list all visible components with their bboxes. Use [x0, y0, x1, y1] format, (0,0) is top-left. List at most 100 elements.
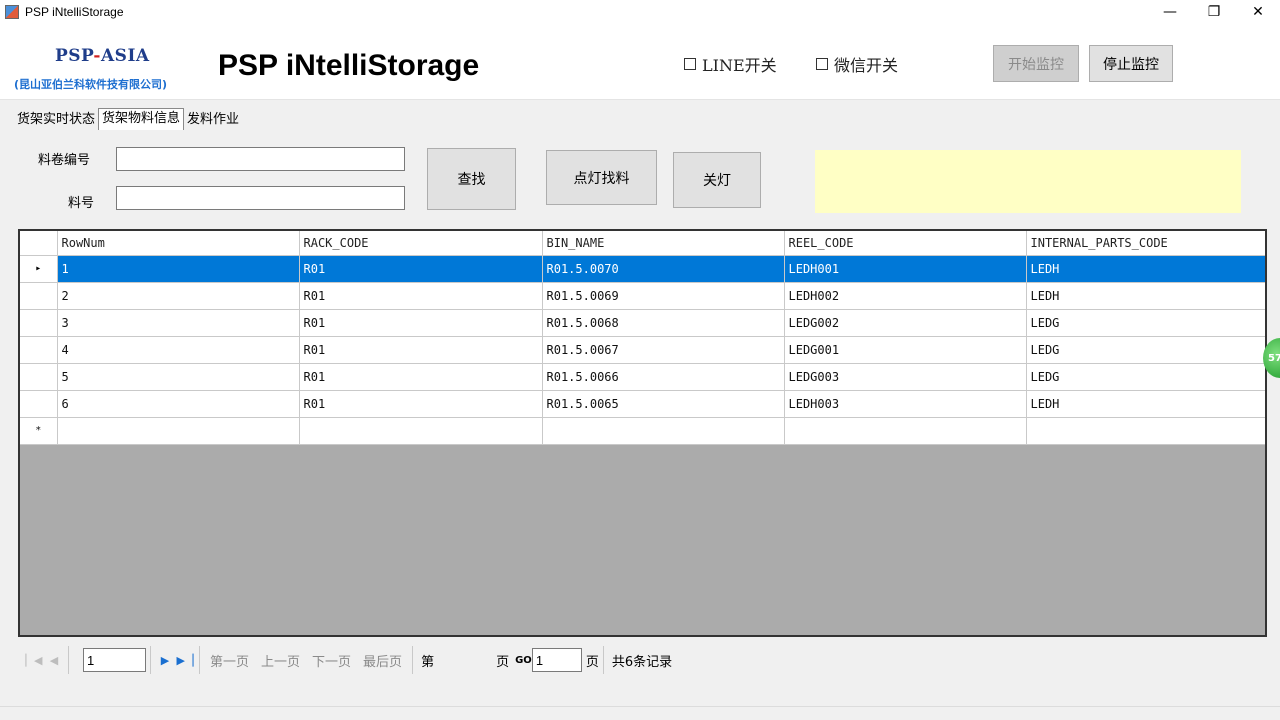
go-page-input[interactable] [531, 648, 582, 672]
new-cell[interactable] [57, 417, 300, 445]
cell-reel-code[interactable]: LEDH001 [784, 255, 1027, 283]
table-row[interactable]: 5 R01 R01.5.0066 LEDG003 LEDG [20, 363, 1265, 391]
cell-rack-code[interactable]: R01 [299, 363, 543, 391]
light-find-button[interactable]: 点灯找料 [546, 150, 657, 205]
row-header[interactable] [20, 336, 58, 364]
line-switch-label: LINE开关 [702, 56, 777, 75]
new-cell[interactable] [784, 417, 1027, 445]
logo-main: PSP [55, 46, 94, 66]
header: PSP-ASIA (昆山亚伯兰科软件技有限公司) PSP iNtelliStor… [0, 24, 1280, 100]
pager-toolbar: ▏◀ ◀ ▶ ▶▕ 第一页 上一页 下一页 最后页 第 页 GO 页 共6条记录 [18, 641, 1267, 679]
row-header[interactable] [20, 309, 58, 337]
cell-rownum[interactable]: 6 [57, 390, 300, 418]
first-page-icon[interactable]: ▏◀ [24, 654, 44, 667]
part-number-input[interactable] [116, 186, 405, 210]
first-page-link[interactable]: 第一页 [210, 651, 249, 670]
pager-separator [602, 646, 604, 674]
table-row[interactable]: 6 R01 R01.5.0065 LEDH003 LEDH [20, 390, 1265, 418]
stop-monitor-button[interactable]: 停止监控 [1089, 45, 1173, 82]
tab-rack-material[interactable]: 货架物料信息 [98, 108, 185, 130]
cell-bin-name[interactable]: R01.5.0066 [542, 363, 785, 391]
page-suffix-label-2: 页 [585, 654, 599, 670]
current-row-marker: ▸ [20, 255, 58, 283]
light-off-button[interactable]: 关灯 [673, 152, 761, 208]
row-header[interactable] [20, 363, 58, 391]
line-switch-box[interactable] [684, 58, 696, 70]
new-cell[interactable] [1026, 417, 1265, 445]
cell-bin-name[interactable]: R01.5.0068 [542, 309, 785, 337]
new-cell[interactable] [299, 417, 543, 445]
wechat-switch-box[interactable] [816, 58, 828, 70]
last-page-link[interactable]: 最后页 [363, 651, 402, 670]
cell-rownum[interactable]: 2 [57, 282, 300, 310]
go-label[interactable]: GO [515, 655, 532, 666]
cell-rack-code[interactable]: R01 [299, 255, 543, 283]
table-row[interactable]: 2 R01 R01.5.0069 LEDH002 LEDH [20, 282, 1265, 310]
wechat-switch-label: 微信开关 [834, 56, 899, 75]
wechat-switch-checkbox[interactable]: 微信开关 [816, 52, 898, 76]
prev-page-link[interactable]: 上一页 [261, 651, 300, 670]
new-row[interactable]: * [20, 417, 1265, 445]
cell-rack-code[interactable]: R01 [299, 390, 543, 418]
app-title: PSP iNtelliStorage [218, 49, 480, 82]
last-page-icon[interactable]: ▶▕ [175, 654, 195, 667]
next-page-link[interactable]: 下一页 [312, 651, 351, 670]
part-number-label: 料号 [68, 196, 95, 211]
status-bar [0, 706, 1280, 720]
restore-button[interactable]: ❐ [1192, 0, 1236, 24]
message-box [815, 150, 1241, 213]
cell-internal-parts-code[interactable]: LEDH [1026, 390, 1265, 418]
cell-internal-parts-code[interactable]: LEDH [1026, 255, 1265, 283]
cell-internal-parts-code[interactable]: LEDG [1026, 363, 1265, 391]
cell-reel-code[interactable]: LEDG002 [784, 309, 1027, 337]
new-cell[interactable] [542, 417, 785, 445]
minimize-button[interactable]: — [1148, 0, 1192, 24]
row-header[interactable] [20, 282, 58, 310]
reel-code-label: 料卷编号 [38, 153, 91, 168]
cell-bin-name[interactable]: R01.5.0070 [542, 255, 785, 283]
cell-rownum[interactable]: 5 [57, 363, 300, 391]
app-window: PSP iNtelliStorage — ❐ ✕ PSP-ASIA (昆山亚伯兰… [0, 0, 1280, 720]
cell-rownum[interactable]: 3 [57, 309, 300, 337]
pager-separator [150, 646, 151, 674]
table-row[interactable]: 4 R01 R01.5.0067 LEDG001 LEDG [20, 336, 1265, 364]
prev-page-icon[interactable]: ◀ [44, 654, 64, 667]
table-row[interactable]: ▸ 1 R01 R01.5.0070 LEDH001 LEDH [20, 255, 1265, 283]
col-header-rownum[interactable]: RowNum [57, 231, 300, 256]
page-number-input[interactable] [83, 648, 146, 672]
cell-bin-name[interactable]: R01.5.0069 [542, 282, 785, 310]
cell-rownum[interactable]: 4 [57, 336, 300, 364]
cell-reel-code[interactable]: LEDH002 [784, 282, 1027, 310]
row-header[interactable] [20, 390, 58, 418]
cell-internal-parts-code[interactable]: LEDG [1026, 309, 1265, 337]
cell-internal-parts-code[interactable]: LEDH [1026, 282, 1265, 310]
reel-code-input[interactable] [116, 147, 405, 171]
start-monitor-button[interactable]: 开始监控 [993, 45, 1079, 82]
company-logo: PSP-ASIA [55, 46, 150, 66]
cell-reel-code[interactable]: LEDG003 [784, 363, 1027, 391]
data-grid[interactable]: RowNum RACK_CODE BIN_NAME REEL_CODE INTE… [18, 229, 1267, 637]
app-icon [5, 5, 19, 19]
tab-issue-job[interactable]: 发料作业 [184, 110, 242, 130]
cell-internal-parts-code[interactable]: LEDG [1026, 336, 1265, 364]
cell-reel-code[interactable]: LEDG001 [784, 336, 1027, 364]
cell-bin-name[interactable]: R01.5.0065 [542, 390, 785, 418]
next-page-icon[interactable]: ▶ [155, 654, 175, 667]
table-row[interactable]: 3 R01 R01.5.0068 LEDG002 LEDG [20, 309, 1265, 337]
cell-rack-code[interactable]: R01 [299, 336, 543, 364]
cell-rack-code[interactable]: R01 [299, 309, 543, 337]
grid-header-row: RowNum RACK_CODE BIN_NAME REEL_CODE INTE… [20, 231, 1265, 256]
cell-rownum[interactable]: 1 [57, 255, 300, 283]
find-button[interactable]: 查找 [427, 148, 516, 210]
cell-bin-name[interactable]: R01.5.0067 [542, 336, 785, 364]
tab-rack-status[interactable]: 货架实时状态 [14, 110, 98, 130]
col-header-reel-code[interactable]: REEL_CODE [784, 231, 1027, 256]
col-header-internal-parts-code[interactable]: INTERNAL_PARTS_CODE [1026, 231, 1265, 256]
col-header-rack-code[interactable]: RACK_CODE [299, 231, 543, 256]
cell-rack-code[interactable]: R01 [299, 282, 543, 310]
line-switch-checkbox[interactable]: LINE开关 [684, 52, 777, 76]
window-title: PSP iNtelliStorage [25, 5, 124, 19]
cell-reel-code[interactable]: LEDH003 [784, 390, 1027, 418]
col-header-bin-name[interactable]: BIN_NAME [542, 231, 785, 256]
close-button[interactable]: ✕ [1236, 0, 1280, 24]
